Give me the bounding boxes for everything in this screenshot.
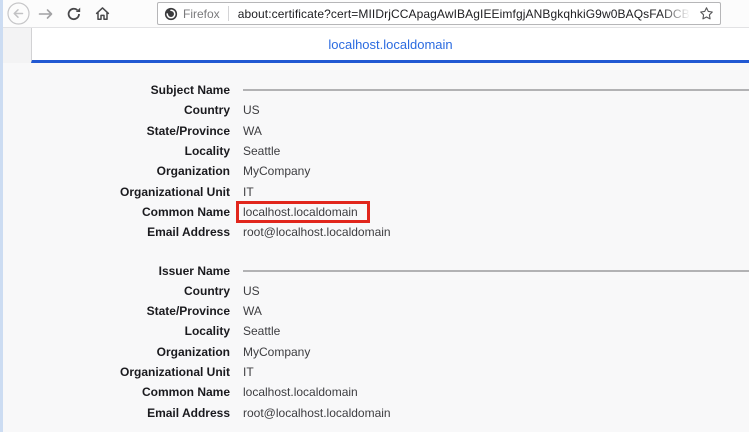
identity-box[interactable]: Firefox (164, 7, 228, 21)
highlight-box: localhost.localdomain (236, 201, 370, 223)
detail-row: Country US (0, 100, 749, 120)
section-heading-row: Issuer Name (0, 260, 749, 280)
forward-button[interactable] (34, 2, 58, 26)
brand-label: Firefox (183, 7, 220, 21)
home-icon (94, 5, 111, 22)
detail-row: Email Address root@localhost.localdomain (0, 222, 749, 242)
section-heading: Subject Name (0, 83, 230, 97)
reload-button[interactable] (62, 2, 86, 26)
cert-tab-label: localhost.localdomain (328, 37, 452, 52)
cert-tab-localhost[interactable]: localhost.localdomain (31, 28, 749, 63)
detail-row: Common Name localhost.localdomain (0, 382, 749, 402)
common-name-value: localhost.localdomain (243, 205, 358, 219)
section-divider (243, 89, 749, 91)
url-fade (661, 3, 695, 24)
address-bar[interactable]: Firefox about:certificate?cert=MIIDrjCCA… (157, 2, 721, 25)
bookmark-star-icon (699, 6, 714, 21)
certificate-details: Subject Name Country US State/Province W… (0, 63, 749, 432)
detail-row: State/Province WA (0, 301, 749, 321)
detail-row: Organization MyCompany (0, 161, 749, 181)
detail-row: Organizational Unit IT (0, 181, 749, 201)
firefox-logo-icon (164, 7, 178, 21)
detail-row: Locality Seattle (0, 141, 749, 161)
browser-toolbar: Firefox about:certificate?cert=MIIDrjCCA… (0, 0, 749, 28)
detail-row: Organization MyCompany (0, 342, 749, 362)
back-icon (7, 2, 30, 25)
section-divider (243, 270, 749, 272)
url-text: about:certificate?cert=MIIDrjCCApagAwIBA… (238, 7, 695, 21)
detail-row: Email Address root@localhost.localdomain (0, 402, 749, 422)
issuer-name-section: Issuer Name Country US State/Province WA… (0, 260, 749, 422)
section-heading-row: Subject Name (0, 80, 749, 100)
reload-icon (66, 6, 82, 22)
detail-row: State/Province WA (0, 121, 749, 141)
subject-name-section: Subject Name Country US State/Province W… (0, 80, 749, 242)
tabstrip-gutter (0, 28, 31, 63)
window-edge (0, 0, 3, 432)
detail-row: Organizational Unit IT (0, 362, 749, 382)
back-button[interactable] (6, 2, 30, 26)
detail-row: Country US (0, 281, 749, 301)
cert-chain-tabstrip: localhost.localdomain (0, 28, 749, 63)
detail-row-common-name: Common Name localhost.localdomain (0, 202, 749, 222)
forward-icon (38, 6, 54, 22)
url-field[interactable]: about:certificate?cert=MIIDrjCCApagAwIBA… (229, 3, 695, 24)
section-heading: Issuer Name (0, 264, 230, 278)
home-button[interactable] (90, 2, 114, 26)
detail-row: Locality Seattle (0, 321, 749, 341)
bookmark-button[interactable] (695, 6, 714, 21)
